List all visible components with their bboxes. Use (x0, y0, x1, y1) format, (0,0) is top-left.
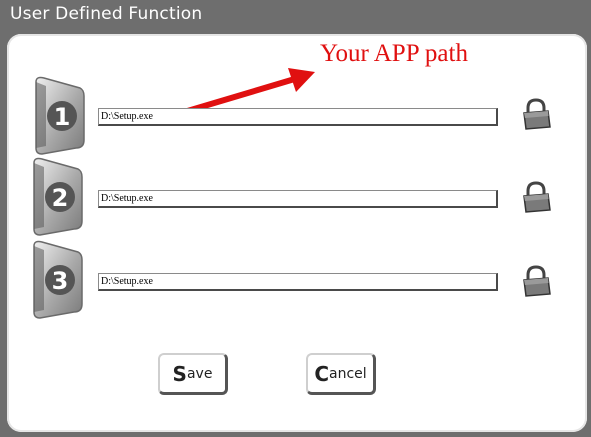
browse-lock-button-3[interactable] (519, 264, 553, 298)
row-number-badge-1: 1 (32, 74, 86, 156)
row-number-badge-3: 3 (30, 238, 84, 320)
app-path-input-1[interactable] (98, 108, 498, 126)
app-path-input-3[interactable] (98, 273, 498, 291)
cancel-button-initial: C (314, 361, 330, 386)
save-button-rest: ave (186, 365, 213, 382)
row-number-2: 2 (52, 184, 69, 212)
row-number-3: 3 (52, 267, 69, 295)
app-path-input-2[interactable] (98, 190, 498, 208)
save-button-initial: S (172, 361, 187, 386)
padlock-icon (523, 181, 551, 213)
cancel-button[interactable]: Cancel (306, 353, 376, 395)
padlock-icon (523, 98, 551, 130)
window-title: User Defined Function (10, 4, 203, 24)
save-button[interactable]: Save (158, 353, 228, 395)
app-path-annotation: Your APP path (320, 40, 468, 67)
row-number-1: 1 (54, 103, 71, 131)
title-bar: User Defined Function (0, 0, 591, 34)
padlock-icon (523, 265, 551, 297)
row-number-badge-2: 2 (30, 155, 84, 237)
user-defined-function-window: User Defined Function Your APP path 1 D:… (0, 0, 591, 437)
cancel-button-rest: ancel (329, 365, 367, 382)
browse-lock-button-2[interactable] (519, 180, 553, 214)
browse-lock-button-1[interactable] (519, 97, 553, 131)
